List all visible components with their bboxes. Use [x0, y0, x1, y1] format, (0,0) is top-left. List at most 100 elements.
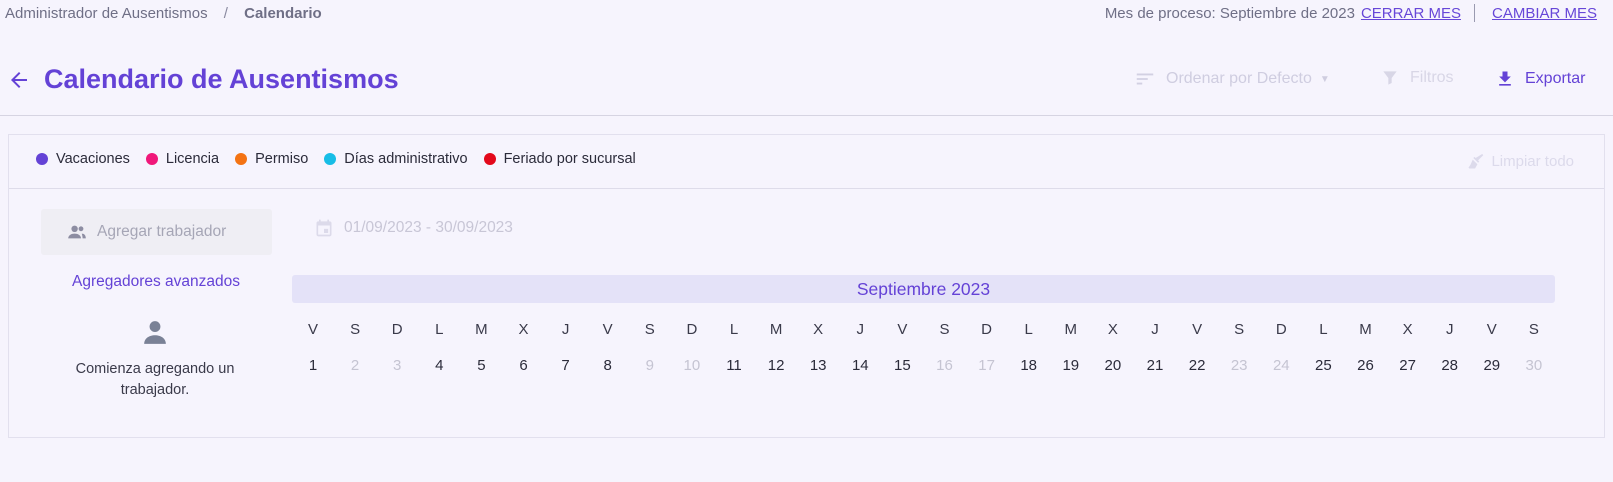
day-number[interactable]: 13 — [803, 357, 833, 374]
day-number[interactable]: 16 — [930, 357, 960, 374]
month-header: Septiembre 2023 — [292, 275, 1555, 303]
weekday-label: D — [391, 321, 403, 338]
day-number[interactable]: 7 — [551, 357, 581, 374]
divider — [1473, 4, 1475, 22]
day-number[interactable]: 15 — [887, 357, 917, 374]
day-number[interactable]: 26 — [1351, 357, 1381, 374]
day-number[interactable]: 3 — [382, 357, 412, 374]
weekday-label: D — [686, 321, 698, 338]
filter-icon — [1383, 71, 1397, 85]
day-number-row: 1 2 3 4 5 6 7 8 9 10 11 12 13 14 15 16 17 18 19 20 21 22 23 24 2… — [292, 357, 1555, 377]
back-arrow-icon[interactable] — [7, 68, 31, 92]
day-number[interactable]: 9 — [635, 357, 665, 374]
legend-dot — [36, 153, 48, 165]
day-number[interactable]: 2 — [340, 357, 370, 374]
weekday-label: S — [1234, 321, 1245, 338]
day-number[interactable]: 12 — [761, 357, 791, 374]
weekday-label: V — [602, 321, 613, 338]
breadcrumb: Administrador de Ausentismos / Calendari… — [5, 5, 322, 22]
broom-icon — [1468, 154, 1484, 169]
day-number[interactable]: 27 — [1393, 357, 1423, 374]
day-number[interactable]: 14 — [845, 357, 875, 374]
clear-all-label: Limpiar todo — [1491, 152, 1574, 170]
legend-dot — [235, 153, 248, 165]
weekday-label: D — [1275, 321, 1287, 338]
day-number[interactable]: 23 — [1224, 357, 1254, 374]
day-number[interactable]: 17 — [972, 357, 1002, 374]
day-number[interactable]: 5 — [466, 357, 496, 374]
day-number[interactable]: 18 — [1014, 357, 1044, 374]
weekday-label: D — [981, 321, 993, 338]
legend-dot — [324, 153, 337, 165]
sort-icon — [1136, 73, 1154, 85]
weekday-label: J — [1151, 321, 1159, 338]
weekday-label: X — [1402, 321, 1413, 338]
legend-item-licencia: Licencia — [145, 151, 220, 167]
day-number[interactable]: 1 — [298, 357, 328, 374]
weekday-label: J — [856, 321, 865, 338]
legend-item-dias-administrativo: Días administrativo — [324, 151, 468, 167]
add-worker-button[interactable]: Agregar trabajador — [41, 209, 272, 255]
weekday-label: V — [1486, 321, 1497, 338]
weekday-label: S — [644, 321, 655, 338]
day-number[interactable]: 11 — [719, 357, 749, 374]
advanced-aggregators-link[interactable]: Agregadores avanzados — [72, 273, 240, 291]
export-label: Exportar — [1525, 70, 1586, 87]
day-number[interactable]: 24 — [1266, 357, 1296, 374]
export-button[interactable]: Exportar — [1495, 68, 1585, 90]
sort-dropdown[interactable]: Ordenar por Defecto ▼ — [1134, 68, 1330, 90]
day-number[interactable]: 8 — [593, 357, 623, 374]
close-month-link[interactable]: CERRAR MES — [1361, 5, 1461, 22]
process-month-label: Mes de proceso: Septiembre de 2023 — [1104, 4, 1355, 22]
weekday-label: L — [1024, 321, 1033, 338]
sort-label: Ordenar por Defecto — [1166, 70, 1312, 87]
day-number[interactable]: 25 — [1308, 357, 1338, 374]
legend-label: Feriado por sucursal — [503, 151, 636, 167]
day-number[interactable]: 4 — [424, 357, 454, 374]
breadcrumb-separator: / — [223, 5, 228, 22]
page-title: Calendario de Ausentismos — [44, 64, 399, 94]
legend-label: Días administrativo — [344, 151, 468, 167]
person-icon — [144, 321, 166, 344]
weekday-label: S — [350, 321, 361, 338]
legend-item-vacaciones: Vacaciones — [36, 151, 130, 167]
weekday-label: V — [1192, 321, 1203, 338]
chevron-down-icon: ▼ — [1319, 73, 1330, 85]
page-header: Calendario de Ausentismos Ordenar por De… — [0, 60, 1613, 116]
weekday-label: S — [1528, 321, 1539, 338]
calendar-panel: Vacaciones Licencia Permiso Días adminis… — [8, 134, 1605, 438]
date-range-field[interactable]: 01/09/2023 - 30/09/2023 — [314, 217, 513, 239]
download-icon — [1499, 71, 1511, 86]
legend-label: Licencia — [165, 151, 220, 167]
day-number[interactable]: 28 — [1435, 357, 1465, 374]
process-month-info: Mes de proceso: Septiembre de 2023 CERRA… — [1105, 4, 1597, 22]
day-number[interactable]: 10 — [677, 357, 707, 374]
breadcrumb-parent[interactable]: Administrador de Ausentismos — [5, 5, 208, 22]
weekday-label: J — [561, 321, 570, 338]
weekday-header-row: VSDLMXJVSDLMXJVSDLMXJVSDLMXJVS — [292, 321, 1555, 341]
day-number[interactable]: 20 — [1098, 357, 1128, 374]
weekday-label: X — [813, 321, 824, 338]
day-number[interactable]: 19 — [1056, 357, 1086, 374]
filters-button[interactable]: Filtros — [1380, 68, 1454, 88]
weekday-label: M — [769, 321, 783, 338]
empty-state-message: Comienza agregando un trabajador. — [75, 361, 235, 398]
date-range-value: 01/09/2023 - 30/09/2023 — [344, 219, 513, 236]
clear-all-button[interactable]: Limpiar todo — [1465, 151, 1574, 171]
calendar-icon — [316, 219, 332, 237]
weekday-label: J — [1445, 321, 1454, 338]
weekday-label: S — [939, 321, 950, 338]
weekday-label: V — [897, 321, 908, 338]
day-number[interactable]: 21 — [1140, 357, 1170, 374]
day-number[interactable]: 22 — [1182, 357, 1212, 374]
weekday-label: X — [1107, 321, 1118, 338]
day-number[interactable]: 30 — [1519, 357, 1549, 374]
legend-bar: Vacaciones Licencia Permiso Días adminis… — [9, 135, 1604, 189]
day-number[interactable]: 6 — [509, 357, 539, 374]
weekday-label: V — [307, 321, 318, 338]
weekday-label: L — [435, 321, 444, 338]
day-number[interactable]: 29 — [1477, 357, 1507, 374]
legend: Vacaciones Licencia Permiso Días adminis… — [36, 151, 652, 167]
breadcrumb-current: Calendario — [244, 5, 322, 22]
change-month-link[interactable]: CAMBIAR MES — [1492, 5, 1597, 22]
